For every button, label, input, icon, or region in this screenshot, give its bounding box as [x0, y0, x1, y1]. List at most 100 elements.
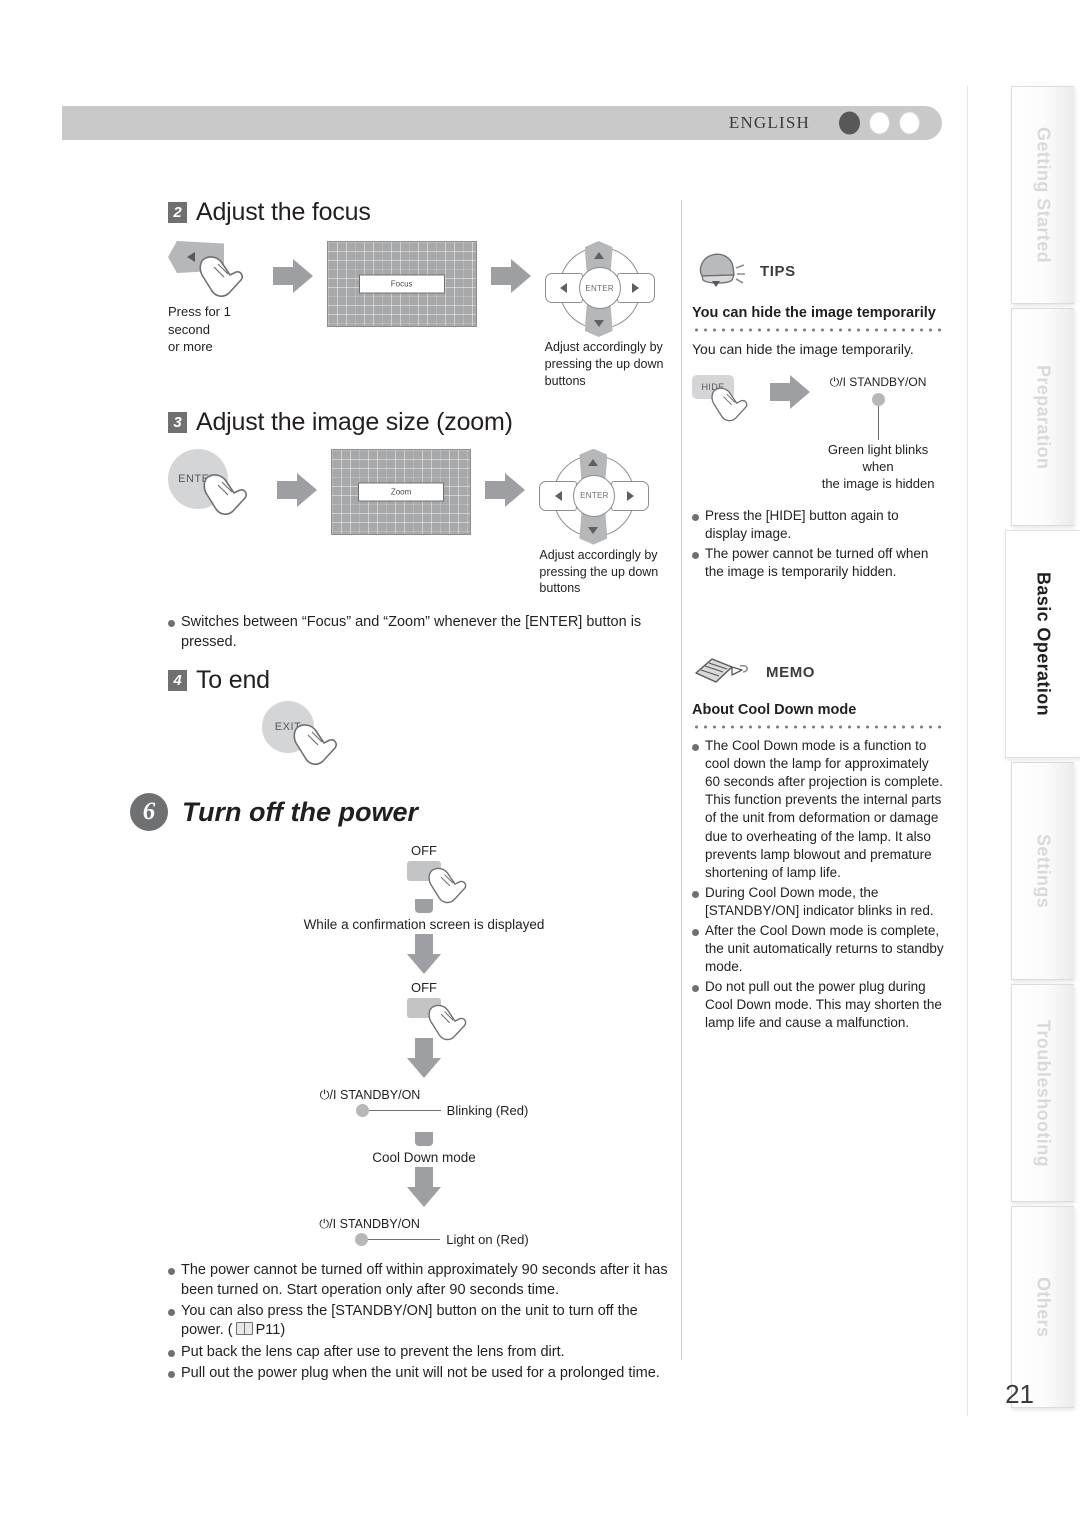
memo-bullets: The Cool Down mode is a function to cool…	[692, 737, 944, 1032]
focus-key-caption: Press for 1 second or more	[168, 304, 231, 355]
progress-dot-1	[839, 111, 860, 135]
off-key-group-1	[407, 861, 467, 904]
progress-dot-3	[899, 111, 920, 135]
tab-label: Troubleshooting	[1033, 1019, 1054, 1167]
tips-label: TIPS	[760, 262, 796, 280]
sidebar-item-others[interactable]: Others	[1011, 1206, 1074, 1408]
flow-arrow-right-2	[490, 259, 531, 293]
pencil-icon	[695, 658, 748, 683]
left-arrow-glyph	[187, 252, 195, 262]
sidebar-item-settings[interactable]: Settings	[1011, 762, 1074, 980]
indicator-leader-line	[368, 1239, 441, 1241]
enter-round-key[interactable]: ENTER	[168, 448, 228, 509]
off-key-group-2	[407, 998, 467, 1041]
list-item: You can also press the [STANDBY/ON] butt…	[168, 1302, 680, 1341]
tips-bullets: Press the [HIDE] button again to display…	[692, 507, 944, 581]
standby-indicator-2: ⏻/I STANDBY/ON Light on (Red)	[168, 1217, 680, 1247]
hide-key-group: HIDE	[692, 375, 766, 422]
tab-label: Basic Operation	[1033, 571, 1054, 717]
tab-label: Preparation	[1033, 364, 1054, 470]
tab-label: Others	[1033, 1276, 1054, 1338]
book-reference-icon	[235, 1322, 253, 1336]
memo-divider	[692, 725, 944, 730]
off-key-1[interactable]	[407, 861, 441, 882]
list-item: Press the [HIDE] button again to display…	[692, 507, 944, 543]
indicator-lamp	[355, 1233, 369, 1247]
dpad-left-key[interactable]	[544, 273, 583, 303]
step-3-heading: 3 Adjust the image size (zoom)	[168, 408, 680, 437]
step-3-note-list: Switches between “Focus” and “Zoom” when…	[168, 613, 680, 652]
step-2-heading: 2 Adjust the focus	[168, 198, 680, 227]
step-4-number: 4	[168, 670, 187, 692]
dpad-right-key[interactable]	[611, 480, 650, 511]
exit-key[interactable]: EXIT	[262, 701, 314, 754]
flow-arrow-down-1	[407, 934, 441, 975]
flow-arrow-right-4	[485, 472, 526, 507]
tips-divider	[692, 328, 944, 333]
sidebar-item-basic-operation[interactable]: Basic Operation	[1005, 530, 1080, 758]
standby-indicator-1-title: ⏻/I STANDBY/ON	[319, 1088, 421, 1103]
flow-arrow-right	[272, 259, 313, 293]
hide-indicator-group: ⏻/I STANDBY/ON Green light blinks when t…	[812, 375, 944, 493]
list-item: During Cool Down mode, the [STANDBY/ON] …	[692, 884, 944, 920]
indicator-lamp	[871, 393, 885, 407]
step-3-title: Adjust the image size (zoom)	[196, 407, 513, 436]
memo-label: MEMO	[766, 663, 816, 681]
flow-arrow-right-hide	[770, 375, 811, 410]
progress-dot-2	[869, 111, 890, 135]
standby-indicator-1-note: Blinking (Red)	[446, 1103, 529, 1119]
power-off-flow: OFF While a confirmation screen is displ…	[168, 843, 680, 1247]
step-2-flow: Press for 1 second or more Focus ENTER A…	[168, 241, 680, 390]
standby-indicator-2-title: ⏻/I STANDBY/ON	[319, 1217, 420, 1232]
step-2-title: Adjust the focus	[196, 198, 371, 226]
off-label-1: OFF	[411, 843, 437, 859]
hide-indicator-caption: Green light blinks when the image is hid…	[821, 442, 935, 491]
focus-dpad-group: ENTER Adjust accordingly by pressing the…	[544, 241, 680, 390]
off-key-2[interactable]	[407, 998, 441, 1019]
dpad-caption: Adjust accordingly by pressing the up do…	[544, 340, 664, 388]
dpad-left-key[interactable]	[539, 480, 578, 511]
flow-arrow-down-stub-2	[407, 1132, 441, 1148]
hide-key[interactable]: HIDE	[692, 375, 734, 400]
remote-dpad[interactable]: ENTER	[544, 241, 655, 337]
indicator-lamp	[355, 1104, 369, 1118]
language-label: ENGLISH	[728, 113, 810, 132]
list-item: The Cool Down mode is a function to cool…	[692, 737, 944, 882]
list-item: The power cannot be turned off when the …	[692, 545, 944, 581]
step-6-heading: 6 Turn off the power	[130, 793, 680, 832]
right-column: TIPS You can hide the image temporarily …	[692, 250, 944, 1034]
manual-page: ENGLISH 2 Adjust the focus Press for 1 s…	[0, 0, 1080, 1516]
sidebar-item-troubleshooting[interactable]: Troubleshooting	[1011, 984, 1074, 1202]
zoom-dpad-group: ENTER Adjust accordingly by pressing the…	[539, 448, 680, 598]
memo-panel-header: MEMO	[692, 655, 944, 689]
indicator-leader-line	[877, 406, 879, 441]
focus-screen-group: Focus	[326, 241, 477, 327]
left-arrow-key[interactable]	[168, 241, 224, 273]
step-3-flow: ENTER Zoom ENTER Adjust accordingly by p…	[168, 448, 680, 598]
dpad-caption-zoom: Adjust accordingly by pressing the up do…	[539, 547, 659, 596]
dpad-enter-key[interactable]: ENTER	[573, 474, 616, 517]
tips-panel-header: TIPS	[692, 250, 944, 292]
dpad-right-key[interactable]	[616, 273, 655, 303]
off-label-2: OFF	[411, 980, 437, 996]
focus-key-group: Press for 1 second or more	[168, 241, 273, 356]
tab-label: Getting Started	[1033, 126, 1054, 263]
list-item: Do not pull out the power plug during Co…	[692, 978, 944, 1032]
step-2-number: 2	[168, 202, 187, 223]
list-item: The power cannot be turned off within ap…	[168, 1261, 680, 1300]
sidebar-item-preparation[interactable]: Preparation	[1011, 308, 1074, 526]
flow-arrow-down-stub-1	[407, 899, 441, 915]
column-divider	[681, 200, 682, 1360]
bell-icon	[699, 253, 745, 287]
cooldown-mode-text: Cool Down mode	[372, 1150, 476, 1166]
exit-key-group: EXIT	[262, 701, 680, 766]
page-number: 21	[1005, 1379, 1034, 1409]
osd-zoom-label: Zoom	[358, 482, 445, 502]
dpad-enter-key[interactable]: ENTER	[578, 267, 621, 309]
list-item: After the Cool Down mode is complete, th…	[692, 922, 944, 976]
step-6-bullets: The power cannot be turned off within ap…	[168, 1261, 680, 1384]
step-4-heading: 4 To end	[168, 666, 680, 695]
tips-body: You can hide the image temporarily.	[692, 341, 914, 358]
remote-dpad-zoom[interactable]: ENTER	[539, 448, 650, 545]
sidebar-item-getting-started[interactable]: Getting Started	[1011, 86, 1074, 304]
